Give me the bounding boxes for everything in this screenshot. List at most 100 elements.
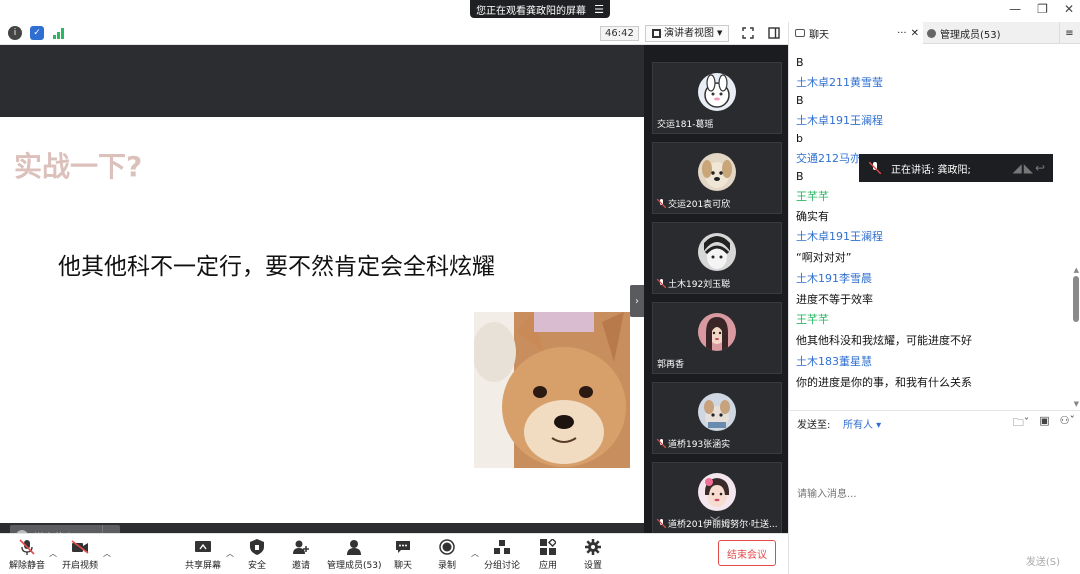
mic-muted-icon: [657, 199, 666, 208]
speaker-view-icon: [652, 29, 661, 38]
mic-muted-icon: [657, 439, 666, 448]
participant-name: 交运181-葛瑶: [657, 120, 714, 130]
message-text: B: [796, 56, 804, 69]
info-icon[interactable]: i: [8, 26, 22, 40]
participant-name: 交运201袁可欣: [657, 197, 730, 210]
video-tile[interactable]: 道桥193张涵实: [652, 382, 782, 454]
record-button[interactable]: 录制: [438, 539, 456, 571]
window-controls: — ❐ ✕: [1009, 2, 1074, 16]
unmute-button[interactable]: 解除静音: [9, 539, 45, 571]
participant-name: 郭再香: [657, 360, 685, 370]
message-text: 他其他科没和我炫耀，可能进度不好: [796, 334, 972, 347]
tab-chat-label: 聊天: [809, 29, 829, 41]
more-icon[interactable]: ···: [897, 28, 907, 39]
video-gallery: › ︿ 交运181-葛瑶 交运201袁可欣 土木192刘玉聪: [630, 45, 788, 534]
security-button[interactable]: 安全: [248, 539, 266, 571]
bottom-toolbar: 解除静音 ︿ 开启视频 ︿ 共享屏幕 ︿ 安全 邀请 管理成员(53) 聊天 录…: [0, 533, 788, 574]
end-meeting-button[interactable]: 结束会议: [718, 540, 776, 566]
video-tile[interactable]: 交运201袁可欣: [652, 142, 782, 214]
breakout-icon: [493, 539, 511, 555]
message-text: b: [796, 132, 803, 145]
share-banner-text: 您正在观看龚政阳的屏幕: [476, 5, 587, 17]
top-toolbar: i ✓ 46:42 演讲者视图 ▼: [0, 22, 788, 45]
share-screen-icon: [194, 539, 212, 555]
video-off-icon: [71, 539, 89, 555]
add-person-icon: [292, 539, 310, 555]
message-sender: 土木卓191王澜程: [796, 114, 883, 127]
chat-bubble-icon: [795, 29, 805, 37]
invite-button[interactable]: 邀请: [292, 539, 310, 571]
view-mode-label: 演讲者视图: [664, 28, 714, 39]
breakout-button[interactable]: 分组讨论: [484, 539, 520, 571]
person-settings-icon[interactable]: ⚇ˇ: [1060, 414, 1075, 433]
message-text: 进度不等于效率: [796, 293, 873, 306]
gear-icon: [584, 539, 602, 555]
chat-bubble-icon: [394, 539, 412, 555]
gallery-collapse-button[interactable]: ›: [630, 285, 644, 317]
close-window-icon[interactable]: ✕: [1064, 2, 1074, 16]
restore-icon[interactable]: ❐: [1037, 2, 1048, 16]
avatar: [698, 473, 736, 511]
avatar: [698, 313, 736, 351]
record-options-icon[interactable]: ︿: [471, 548, 479, 559]
message-text: 确实有: [796, 210, 829, 223]
tab-members-label: 管理成员(53): [940, 29, 1001, 41]
message-sender: 王芊芊: [796, 190, 829, 203]
shield-icon[interactable]: ✓: [30, 26, 44, 40]
send-target-select[interactable]: 所有人 ▾: [843, 416, 881, 431]
chat-tabs: 聊天 ··· ✕ 管理成员(53) ≡: [789, 22, 1080, 44]
close-icon[interactable]: ✕: [911, 28, 919, 39]
panel-toggle-icon[interactable]: [767, 26, 781, 40]
message-sender: 土木卓211黄雪莹: [796, 76, 883, 89]
message-sender: 王芊芊: [796, 313, 829, 326]
menu-icon[interactable]: ☰: [594, 3, 604, 16]
chevron-down-icon: ▼: [717, 29, 723, 37]
tab-chat[interactable]: 聊天 ··· ✕: [789, 22, 923, 44]
scroll-down-icon[interactable]: ▼: [1074, 400, 1079, 408]
share-options-icon[interactable]: ︿: [226, 548, 234, 559]
settings-button[interactable]: 设置: [584, 539, 602, 571]
chat-button[interactable]: 聊天: [394, 539, 412, 571]
message-text: 你的进度是你的事，和我有什么关系: [796, 376, 972, 389]
file-icon[interactable]: 🗀ˇ: [1013, 414, 1030, 433]
minimize-icon[interactable]: —: [1009, 2, 1021, 16]
signal-icon[interactable]: [52, 26, 66, 40]
audio-options-icon[interactable]: ︿: [49, 548, 57, 559]
speaking-actions-icon[interactable]: ◢◣↩: [1012, 161, 1047, 175]
gallery-scroll-down-icon[interactable]: ﹀: [710, 513, 720, 528]
meeting-window: 您正在观看龚政阳的屏幕 ☰ — ❐ ✕ i ✓ 46:42 演讲者视图 ▼ 实战…: [0, 0, 1080, 574]
participant-name: 土木192刘玉聪: [657, 277, 730, 290]
share-banner[interactable]: 您正在观看龚政阳的屏幕 ☰: [470, 0, 610, 18]
avatar: [698, 393, 736, 431]
fullscreen-icon[interactable]: [741, 26, 755, 40]
apps-button[interactable]: 应用: [539, 539, 557, 571]
message-text: “啊对对对”: [796, 251, 852, 264]
chat-input[interactable]: [797, 434, 1067, 554]
avatar: [698, 233, 736, 271]
send-button[interactable]: 发送(S): [1026, 553, 1060, 568]
message-sender: 土木183董星慧: [796, 355, 872, 368]
person-icon: [345, 539, 363, 555]
tab-members[interactable]: 管理成员(53): [927, 22, 1057, 44]
send-tools: 🗀ˇ ▣ ⚇ˇ: [1013, 414, 1075, 433]
apps-icon: [539, 539, 557, 555]
video-tile[interactable]: 交运181-葛瑶: [652, 62, 782, 134]
members-button[interactable]: 管理成员(53): [327, 539, 381, 571]
message-sender: 土木卓191王澜程: [796, 230, 883, 243]
video-tile[interactable]: 土木192刘玉聪: [652, 222, 782, 294]
start-video-button[interactable]: 开启视频: [62, 539, 98, 571]
view-mode-button[interactable]: 演讲者视图 ▼: [645, 25, 730, 42]
scroll-up-icon[interactable]: ▲: [1074, 266, 1079, 274]
video-options-icon[interactable]: ︿: [103, 548, 111, 559]
video-tile[interactable]: 郭再香: [652, 302, 782, 374]
slide: 实战一下? 他其他科不一定行，要不然肯定会全科炫耀: [0, 117, 644, 547]
share-screen-button[interactable]: 共享屏幕: [185, 539, 221, 571]
mic-muted-icon: [657, 279, 666, 288]
avatar: [698, 153, 736, 191]
mic-muted-icon: [18, 539, 36, 555]
panel-menu-icon[interactable]: ≡: [1059, 22, 1079, 44]
dog-photo: [474, 312, 630, 468]
screenshot-icon[interactable]: ▣: [1039, 414, 1049, 433]
send-to-label: 发送至:: [797, 420, 831, 431]
chat-scrollbar[interactable]: [1073, 276, 1079, 322]
